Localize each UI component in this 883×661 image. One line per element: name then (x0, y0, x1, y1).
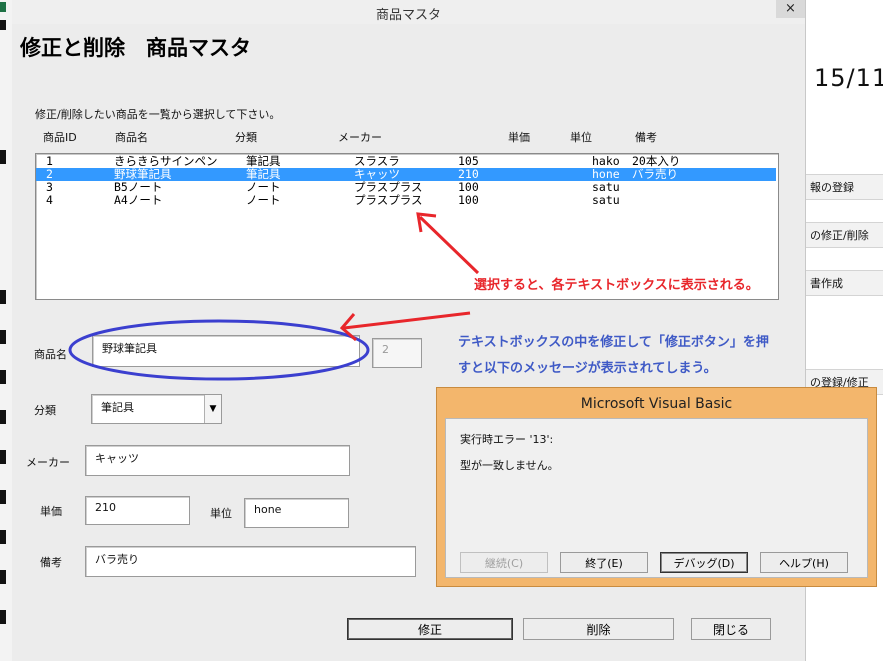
red-arrow-to-textbox (343, 311, 471, 330)
blue-annotation-text: テキストボックスの中を修正して「修正ボタン」を押すと以下のメッセージが表示されて… (458, 335, 769, 376)
dialog-body: 実行時エラー '13': 型が一致しません。 継続(C) 終了(E) デバッグ(… (445, 418, 868, 578)
help-button[interactable]: ヘルプ(H) (760, 552, 848, 573)
dialog-error-message: 型が一致しません。 (460, 459, 559, 472)
debug-button[interactable]: デバッグ(D) (660, 552, 748, 573)
red-annotation-text: 選択すると、各テキストボックスに表示される。 (474, 278, 759, 293)
error-dialog: Microsoft Visual Basic 実行時エラー '13': 型が一致… (436, 387, 877, 587)
highlight-ellipse (68, 319, 370, 381)
dialog-title: Microsoft Visual Basic (580, 396, 733, 412)
continue-button: 継続(C) (460, 552, 548, 573)
end-button[interactable]: 終了(E) (560, 552, 648, 573)
red-arrow-to-list (418, 215, 480, 275)
dialog-error-code: 実行時エラー '13': (460, 433, 554, 446)
